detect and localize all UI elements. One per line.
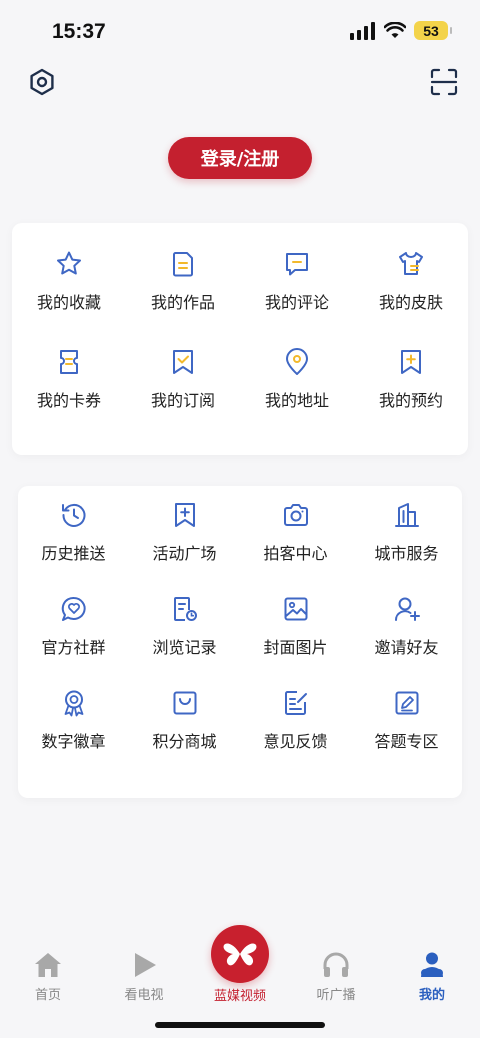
menu-item-feedback[interactable]: 意见反馈 xyxy=(240,688,351,752)
menu-item-digital-badges[interactable]: 数字徽章 xyxy=(18,688,129,752)
menu-item-coupons[interactable]: 我的卡券 xyxy=(12,347,126,411)
menu-item-city-services[interactable]: 城市服务 xyxy=(351,500,462,564)
tab-label: 蓝媒视频 xyxy=(213,989,266,1004)
bookmark-plus-icon xyxy=(401,350,421,374)
menu-item-label: 官方社群 xyxy=(41,638,106,657)
tab-label: 我的 xyxy=(418,988,445,1003)
heart-chat-icon xyxy=(61,596,86,621)
menu-item-label: 浏览记录 xyxy=(152,638,217,657)
menu-item-points-mall[interactable]: 积分商城 xyxy=(129,688,240,752)
more-services-card: 历史推送 活动广场 拍客中心 城市服务 官方社群 浏览记录 封面图片 邀请好友 … xyxy=(18,486,462,798)
menu-item-label: 拍客中心 xyxy=(263,544,328,563)
shirt-icon xyxy=(399,252,423,275)
home-icon xyxy=(35,953,61,977)
edit-icon xyxy=(395,691,418,715)
headphones-icon xyxy=(323,952,349,977)
menu-item-label: 邀请好友 xyxy=(374,638,439,657)
menu-item-label: 积分商城 xyxy=(152,732,217,751)
scan-button[interactable] xyxy=(424,62,464,102)
menu-item-browse-history[interactable]: 浏览记录 xyxy=(129,594,240,658)
status-time: 15:37 xyxy=(52,20,106,43)
camera-icon xyxy=(283,504,308,526)
feedback-icon xyxy=(284,691,307,715)
menu-item-reporter-center[interactable]: 拍客中心 xyxy=(240,500,351,564)
home-indicator xyxy=(155,1022,325,1028)
tab-watch-tv[interactable]: 看电视 xyxy=(104,950,184,1003)
battery-level: 53 xyxy=(423,22,439,39)
ticket-icon xyxy=(60,350,78,374)
menu-item-comments[interactable]: 我的评论 xyxy=(240,249,354,313)
add-user-icon xyxy=(394,597,420,621)
menu-item-label: 历史推送 xyxy=(41,544,106,563)
scan-icon xyxy=(430,68,458,96)
menu-item-history-push[interactable]: 历史推送 xyxy=(18,500,129,564)
menu-item-label: 我的订阅 xyxy=(150,391,215,410)
login-register-button[interactable]: 登录/注册 xyxy=(168,137,312,179)
tab-label: 看电视 xyxy=(124,988,164,1003)
badge-icon xyxy=(64,690,83,717)
my-services-card: 我的收藏 我的作品 我的评论 我的皮肤 我的卡券 我的订阅 我的地址 我的预约 xyxy=(12,223,468,455)
menu-item-invite-friends[interactable]: 邀请好友 xyxy=(351,594,462,658)
menu-item-skins[interactable]: 我的皮肤 xyxy=(354,249,468,313)
menu-item-label: 数字徽章 xyxy=(41,732,106,751)
status-bar: 15:37 53 xyxy=(0,0,480,60)
history-icon xyxy=(61,503,85,527)
tab-label: 首页 xyxy=(34,988,61,1003)
battery-indicator: 53 xyxy=(414,21,452,40)
browse-record-icon xyxy=(173,597,197,621)
settings-button[interactable] xyxy=(22,62,62,102)
menu-item-subscriptions[interactable]: 我的订阅 xyxy=(126,347,240,411)
menu-item-label: 我的皮肤 xyxy=(378,293,443,312)
user-icon xyxy=(421,952,443,977)
menu-item-label: 我的卡券 xyxy=(36,391,101,410)
menu-item-label: 意见反馈 xyxy=(263,732,328,751)
document-icon xyxy=(173,252,193,277)
menu-item-label: 我的预约 xyxy=(378,391,443,410)
building-icon xyxy=(394,503,419,527)
gear-icon xyxy=(30,68,54,96)
menu-item-label: 封面图片 xyxy=(263,638,328,657)
star-icon xyxy=(57,251,81,275)
menu-item-label: 城市服务 xyxy=(374,544,439,563)
menu-item-label: 我的评论 xyxy=(264,293,329,312)
play-icon xyxy=(135,953,156,977)
shopping-bag-icon xyxy=(173,691,196,715)
menu-item-reservations[interactable]: 我的预约 xyxy=(354,347,468,411)
signal-icon xyxy=(350,21,375,40)
menu-item-label: 我的收藏 xyxy=(36,293,101,312)
location-pin-icon xyxy=(286,348,308,375)
bookmark-add-icon xyxy=(174,503,195,527)
comment-icon xyxy=(286,253,308,276)
menu-item-label: 我的地址 xyxy=(264,391,329,410)
tab-mine[interactable]: 我的 xyxy=(392,950,472,1003)
tab-lanmei-video[interactable]: 蓝媒视频 xyxy=(200,981,280,1004)
wifi-icon xyxy=(384,22,406,38)
tab-home[interactable]: 首页 xyxy=(8,950,88,1003)
bookmark-check-icon xyxy=(173,350,193,374)
menu-item-label: 活动广场 xyxy=(152,544,217,563)
image-icon xyxy=(284,597,307,621)
menu-item-label: 我的作品 xyxy=(150,293,215,312)
menu-item-works[interactable]: 我的作品 xyxy=(126,249,240,313)
menu-item-favorites[interactable]: 我的收藏 xyxy=(12,249,126,313)
menu-item-cover-images[interactable]: 封面图片 xyxy=(240,594,351,658)
menu-item-label: 答题专区 xyxy=(374,732,439,751)
menu-item-address[interactable]: 我的地址 xyxy=(240,347,354,411)
status-indicators: 53 xyxy=(350,21,452,40)
menu-item-activity-square[interactable]: 活动广场 xyxy=(129,500,240,564)
tab-label: 听广播 xyxy=(316,988,356,1003)
menu-item-quiz-zone[interactable]: 答题专区 xyxy=(351,688,462,752)
menu-item-official-community[interactable]: 官方社群 xyxy=(18,594,129,658)
top-toolbar xyxy=(0,62,480,102)
tab-listen-radio[interactable]: 听广播 xyxy=(296,950,376,1003)
bottom-tab-bar: 首页 看电视 蓝媒视频 听广播 我的 xyxy=(0,940,480,1010)
